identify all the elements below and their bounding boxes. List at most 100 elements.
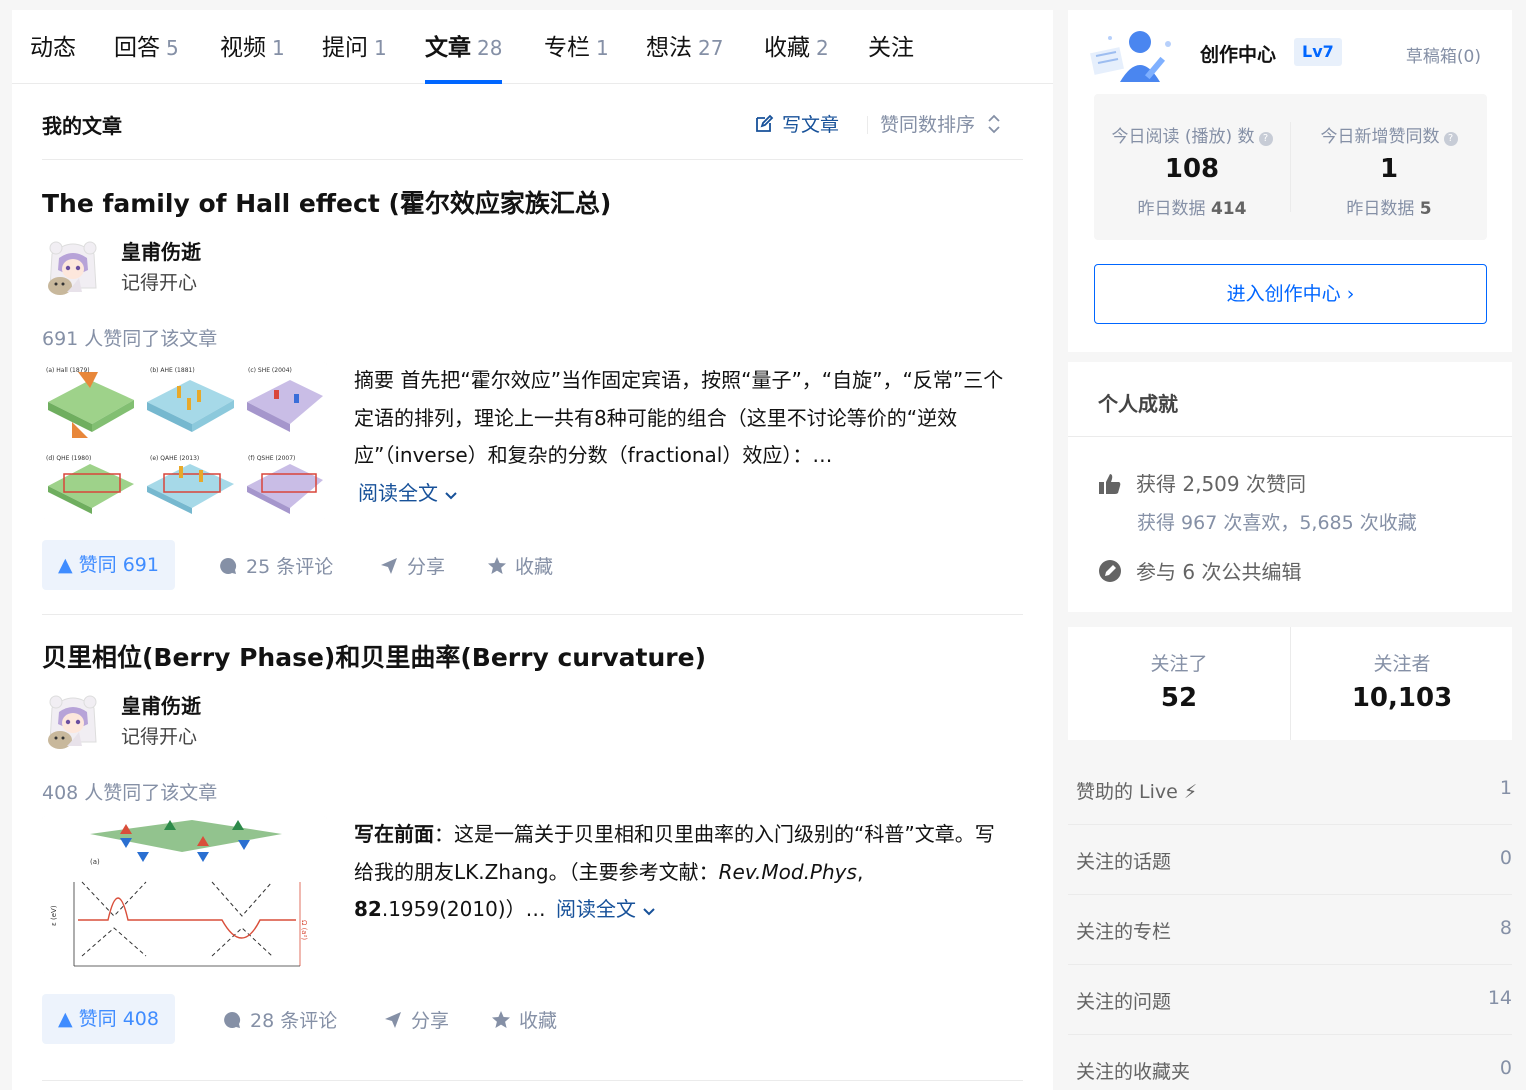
help-icon[interactable]: ? bbox=[1258, 132, 1273, 146]
drafts-link[interactable]: 草稿箱(0) bbox=[1406, 42, 1481, 67]
follow-card: 关注了 52 关注者 10,103 bbox=[1068, 627, 1512, 740]
yesterday-value: 5 bbox=[1419, 199, 1432, 219]
sort-arrows-icon bbox=[988, 114, 1000, 134]
read-more-button[interactable]: 阅读全文 bbox=[556, 897, 656, 921]
triangle-up-icon: ▲ bbox=[58, 554, 79, 576]
article-title[interactable]: The family of Hall effect (霍尔效应家族汇总) bbox=[42, 184, 611, 220]
article-divider bbox=[42, 614, 1023, 615]
chevron-down-icon bbox=[445, 491, 457, 499]
likes-stat: 今日新增赞同数? 1 昨日数据 5 bbox=[1291, 94, 1487, 240]
author-avatar[interactable] bbox=[42, 690, 104, 752]
comment-bubble-icon bbox=[220, 557, 237, 574]
tab-label: 文章 bbox=[425, 35, 471, 61]
favorite-button[interactable]: 收藏 bbox=[491, 1006, 557, 1033]
tab-label: 关注 bbox=[868, 35, 914, 61]
comment-bubble-icon bbox=[224, 1011, 241, 1028]
section-title: 我的文章 bbox=[42, 114, 122, 138]
reads-yesterday: 昨日数据 414 bbox=[1094, 194, 1290, 219]
share-button[interactable]: 分享 bbox=[383, 1006, 449, 1033]
chevron-down-icon bbox=[643, 908, 655, 916]
side-item-live[interactable]: 赞助的 Live ⚡ 1 bbox=[1068, 755, 1512, 825]
tab-questions[interactable]: 提问 1 bbox=[322, 28, 387, 84]
tab-label: 提问 bbox=[322, 35, 368, 61]
help-icon[interactable]: ? bbox=[1443, 132, 1458, 146]
tab-videos[interactable]: 视频 1 bbox=[220, 28, 285, 84]
tab-thoughts[interactable]: 想法 27 bbox=[646, 28, 723, 84]
author-avatar[interactable] bbox=[42, 236, 104, 298]
tab-following[interactable]: 关注 bbox=[868, 28, 914, 84]
tab-label: 动态 bbox=[30, 35, 76, 61]
article-excerpt[interactable]: 写在前面：这是一篇关于贝里相和贝里曲率的入门级别的“科普”文章。写给我的朋友LK… bbox=[354, 816, 1014, 929]
comments-button[interactable]: 25 条评论 bbox=[218, 552, 333, 579]
likes-favs-achievement: 获得 967 次喜欢，5,685 次收藏 bbox=[1137, 512, 1417, 534]
tab-label: 视频 bbox=[220, 35, 266, 61]
upvotes-achievement: 获得 2,509 次赞同 bbox=[1098, 468, 1306, 497]
write-article-button[interactable]: 写文章 bbox=[754, 110, 839, 137]
article-title[interactable]: 贝里相位(Berry Phase)和贝里曲率(Berry curvature) bbox=[42, 638, 706, 674]
favorite-button[interactable]: 收藏 bbox=[487, 552, 553, 579]
section-header: 我的文章 写文章 赞同数排序 bbox=[42, 84, 1023, 160]
thumbs-up-icon bbox=[1099, 474, 1121, 494]
achievements-divider bbox=[1068, 436, 1512, 437]
upvote-button[interactable]: ▲ 赞同 691 bbox=[42, 540, 175, 590]
thumb-panel-label: (c) SHE (2004) bbox=[248, 367, 292, 374]
today-stats: 今日阅读 (播放) 数? 108 昨日数据 414 今日新增赞同数? 1 昨日数… bbox=[1094, 94, 1487, 240]
tab-collections[interactable]: 收藏 2 bbox=[764, 28, 829, 84]
paper-plane-icon bbox=[385, 1012, 401, 1028]
side-item-count: 14 bbox=[1487, 987, 1512, 1009]
thumb-panel-label: (a) Hall (1879) bbox=[46, 367, 90, 374]
side-item-label: 关注的收藏夹 bbox=[1076, 1061, 1191, 1083]
creator-center-logo bbox=[1082, 26, 1180, 86]
read-more-label: 阅读全文 bbox=[358, 480, 438, 505]
upvote-button[interactable]: ▲ 赞同 408 bbox=[42, 994, 175, 1044]
likes-label-text: 今日新增赞同数 bbox=[1320, 127, 1440, 147]
author-name[interactable]: 皇甫伤逝 bbox=[121, 690, 201, 719]
tab-count: 1 bbox=[272, 36, 285, 60]
author-bio: 记得开心 bbox=[121, 726, 198, 748]
yesterday-label: 昨日数据 bbox=[1137, 199, 1206, 219]
upvote-info: 691 人赞同了该文章 bbox=[42, 328, 218, 350]
paper-plane-icon bbox=[381, 558, 397, 574]
favorite-label: 收藏 bbox=[519, 1010, 558, 1032]
anime-avatar-image bbox=[42, 236, 104, 298]
tab-count: 2 bbox=[816, 36, 829, 60]
tab-activity[interactable]: 动态 bbox=[30, 28, 76, 84]
enter-creator-center-button[interactable]: 进入创作中心 › bbox=[1094, 264, 1487, 324]
upvotes-text: 获得 2,509 次赞同 bbox=[1136, 472, 1306, 496]
upvote-label: 赞同 691 bbox=[78, 554, 159, 576]
side-item-topics[interactable]: 关注的话题 0 bbox=[1068, 825, 1512, 895]
tab-articles[interactable]: 文章 28 bbox=[425, 28, 503, 84]
excerpt-text: ：这是一篇关于贝里相和贝里曲率的入门级别的“科普”文章。写给我的朋友LK.Zha… bbox=[354, 822, 995, 884]
comments-label: 25 条评论 bbox=[246, 556, 334, 578]
share-button[interactable]: 分享 bbox=[379, 552, 445, 579]
read-more-button[interactable]: 阅读全文 bbox=[358, 481, 458, 505]
excerpt-bold: 写在前面 bbox=[354, 822, 434, 846]
followers-stat[interactable]: 关注者 10,103 bbox=[1291, 627, 1513, 740]
following-stat[interactable]: 关注了 52 bbox=[1068, 627, 1290, 740]
hall-effect-family-figure: (a) Hall (1879) (b) AHE (1881) (c) SHE (… bbox=[42, 362, 327, 519]
article-excerpt[interactable]: 摘要 首先把“霍尔效应”当作固定宾语，按照“量子”，“自旋”，“反常”三个定语的… bbox=[354, 362, 1014, 512]
excerpt-text: 摘要 首先把“霍尔效应”当作固定宾语，按照“量子”，“自旋”，“反常”三个定语的… bbox=[354, 368, 1004, 467]
following-value: 52 bbox=[1160, 683, 1198, 713]
side-item-columns[interactable]: 关注的专栏 8 bbox=[1068, 895, 1512, 965]
upvote-label: 赞同 408 bbox=[78, 1008, 159, 1030]
tab-answers[interactable]: 回答 5 bbox=[114, 28, 179, 84]
author-name[interactable]: 皇甫伤逝 bbox=[121, 236, 201, 265]
star-icon bbox=[488, 557, 506, 574]
level-badge[interactable]: Lv7 bbox=[1294, 38, 1342, 66]
creator-center-title[interactable]: 创作中心 bbox=[1200, 40, 1276, 67]
comments-button[interactable]: 28 条评论 bbox=[222, 1006, 337, 1033]
author-bio: 记得开心 bbox=[121, 272, 198, 294]
side-item-count: 8 bbox=[1499, 917, 1512, 939]
sort-button[interactable]: 赞同数排序 bbox=[880, 110, 1001, 137]
tab-columns[interactable]: 专栏 1 bbox=[544, 28, 609, 84]
article-thumbnail[interactable]: (a) Hall (1879) (b) AHE (1881) (c) SHE (… bbox=[42, 362, 327, 519]
tab-label: 想法 bbox=[646, 35, 692, 61]
svg-text:(a): (a) bbox=[90, 858, 100, 866]
favorite-label: 收藏 bbox=[515, 556, 554, 578]
read-more-label: 阅读全文 bbox=[555, 897, 636, 921]
sort-label: 赞同数排序 bbox=[880, 114, 976, 136]
article-thumbnail[interactable]: (a) ε (eV) Ω (a²) bbox=[42, 816, 327, 973]
side-item-collections[interactable]: 关注的收藏夹 0 bbox=[1068, 1035, 1512, 1090]
side-item-questions[interactable]: 关注的问题 14 bbox=[1068, 965, 1512, 1035]
